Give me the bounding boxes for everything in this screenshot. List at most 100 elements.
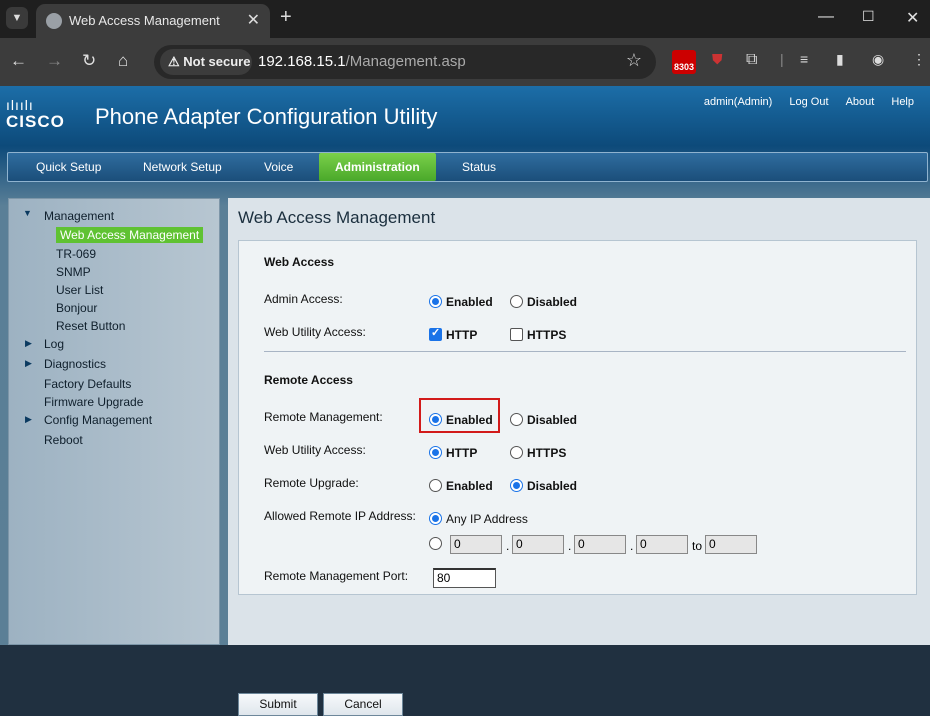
- sidebar-item-management[interactable]: Management: [44, 209, 114, 223]
- ip-range-radio[interactable]: [429, 537, 446, 551]
- back-icon[interactable]: ←: [10, 51, 27, 71]
- address-bar[interactable]: ⚠ Not secure 192.168.15.1/Management.asp…: [154, 45, 656, 79]
- sidebar-item-log[interactable]: Log: [44, 337, 64, 351]
- submit-button[interactable]: Submit: [238, 693, 318, 716]
- admin-access-enabled-radio[interactable]: Enabled: [429, 295, 493, 309]
- web-utility-https-checkbox[interactable]: HTTPS: [510, 328, 566, 342]
- close-window-button[interactable]: ✕: [906, 8, 919, 28]
- url-text: 192.168.15.1/Management.asp: [258, 53, 466, 70]
- option-label: HTTP: [446, 446, 478, 460]
- radio-selected-icon: [429, 446, 442, 459]
- sidebar-item-firmware-upgrade[interactable]: Firmware Upgrade: [44, 395, 143, 409]
- menu-network-setup[interactable]: Network Setup: [143, 153, 222, 181]
- remote-http-radio[interactable]: HTTP: [429, 446, 477, 460]
- side-panel-icon[interactable]: ▮: [836, 51, 844, 68]
- page-title: Web Access Management: [238, 208, 436, 227]
- option-label: Disabled: [527, 479, 578, 493]
- forward-icon[interactable]: →: [46, 51, 63, 71]
- minimize-button[interactable]: —: [818, 8, 834, 26]
- banner: ılıılı CISCO Phone Adapter Configuration…: [0, 86, 930, 146]
- menu-icon[interactable]: ⋮: [912, 51, 926, 68]
- remote-port-input[interactable]: 80: [433, 568, 496, 588]
- extensions-icon[interactable]: ⧉: [746, 51, 757, 69]
- ip-octet-4-input[interactable]: 0: [636, 535, 688, 554]
- admin-access-label: Admin Access:: [264, 292, 343, 306]
- sidebar-item-bonjour[interactable]: Bonjour: [56, 301, 97, 315]
- sidebar-item-diagnostics[interactable]: Diagnostics: [44, 357, 106, 371]
- not-secure-label: Not secure: [183, 54, 251, 69]
- ip-range-end-input[interactable]: 0: [705, 535, 757, 554]
- sidebar-item-config-management[interactable]: Config Management: [44, 413, 152, 427]
- radio-selected-icon: [429, 413, 442, 426]
- web-utility-http-checkbox[interactable]: HTTP: [429, 326, 478, 342]
- page: ılıılı CISCO Phone Adapter Configuration…: [0, 86, 930, 716]
- sidebar-item-tr069[interactable]: TR-069: [56, 247, 96, 261]
- tab-search-button[interactable]: ▼: [6, 7, 28, 29]
- web-access-heading: Web Access: [264, 255, 335, 269]
- about-link[interactable]: About: [846, 96, 875, 108]
- option-label: Enabled: [446, 413, 493, 427]
- admin-access-disabled-radio[interactable]: Disabled: [510, 295, 577, 309]
- expanded-triangle-icon[interactable]: ▼: [23, 208, 32, 218]
- ip-octet-1-input[interactable]: 0: [450, 535, 502, 554]
- profile-icon[interactable]: ◉: [872, 51, 884, 68]
- remote-management-enabled-radio[interactable]: Enabled: [429, 413, 493, 427]
- radio-icon: [510, 446, 523, 459]
- ip-dot: .: [568, 539, 572, 553]
- current-user: admin(Admin): [703, 96, 773, 108]
- security-chip[interactable]: ⚠ Not secure: [160, 49, 252, 75]
- sidebar-item-factory-defaults[interactable]: Factory Defaults: [44, 377, 131, 391]
- allowed-ip-label: Allowed Remote IP Address:: [264, 509, 416, 523]
- option-label: Disabled: [527, 413, 578, 427]
- menu-voice[interactable]: Voice: [264, 153, 293, 181]
- logo-text: CISCO: [6, 112, 65, 131]
- remote-upgrade-enabled-radio[interactable]: Enabled: [429, 479, 493, 493]
- sidebar-item-reset-button[interactable]: Reset Button: [56, 319, 125, 333]
- new-tab-button[interactable]: +: [280, 6, 292, 29]
- sidebar-item-user-list[interactable]: User List: [56, 283, 103, 297]
- url-host: 192.168.15.1: [258, 53, 346, 70]
- sidebar-item-reboot[interactable]: Reboot: [44, 433, 83, 447]
- remote-https-radio[interactable]: HTTPS: [510, 446, 566, 460]
- web-utility-access-label: Web Utility Access:: [264, 325, 366, 339]
- radio-icon: [429, 537, 442, 550]
- section-divider: [264, 351, 906, 352]
- collapsed-triangle-icon[interactable]: ▶: [25, 338, 32, 349]
- maximize-button[interactable]: ☐: [862, 8, 875, 25]
- remote-port-label: Remote Management Port:: [264, 569, 409, 583]
- collapsed-triangle-icon[interactable]: ▶: [25, 358, 32, 369]
- menu-status[interactable]: Status: [462, 153, 496, 181]
- help-link[interactable]: Help: [891, 96, 914, 108]
- main-menu: Quick Setup Network Setup Voice Administ…: [7, 152, 928, 182]
- radio-selected-icon: [429, 512, 442, 525]
- bookmark-star-icon[interactable]: ☆: [626, 50, 642, 71]
- ublock-icon[interactable]: ⛊: [712, 51, 723, 68]
- remote-management-disabled-radio[interactable]: Disabled: [510, 413, 577, 427]
- sidebar-item-snmp[interactable]: SNMP: [56, 265, 91, 279]
- collapsed-triangle-icon[interactable]: ▶: [25, 414, 32, 425]
- ip-octet-2-input[interactable]: 0: [512, 535, 564, 554]
- toolbar-separator: |: [780, 51, 784, 67]
- sidebar: ▼ Management Web Access Management TR-06…: [8, 198, 220, 645]
- remote-access-heading: Remote Access: [264, 373, 353, 387]
- logout-link[interactable]: Log Out: [789, 96, 828, 108]
- browser-tab[interactable]: Web Access Management ✕: [36, 4, 270, 38]
- close-tab-icon[interactable]: ✕: [247, 10, 260, 30]
- ip-octet-3-input[interactable]: 0: [574, 535, 626, 554]
- remote-upgrade-disabled-radio[interactable]: Disabled: [510, 479, 577, 493]
- main-content: Web Access Management Web Access Admin A…: [228, 198, 930, 716]
- sidebar-item-web-access-management[interactable]: Web Access Management: [56, 227, 204, 243]
- ip-dot: .: [506, 539, 510, 553]
- extension-badge[interactable]: 8303: [672, 50, 696, 74]
- any-ip-radio[interactable]: Any IP Address: [429, 512, 528, 526]
- option-label: Enabled: [446, 479, 493, 493]
- menu-administration[interactable]: Administration: [319, 153, 436, 181]
- radio-icon: [510, 413, 523, 426]
- reading-list-icon[interactable]: ≡: [800, 51, 808, 67]
- option-label: HTTP: [446, 328, 478, 342]
- menu-quick-setup[interactable]: Quick Setup: [36, 153, 101, 181]
- cisco-bars-icon: ılıılı: [6, 97, 34, 113]
- reload-icon[interactable]: ↻: [82, 51, 96, 71]
- cancel-button[interactable]: Cancel: [323, 693, 403, 716]
- home-icon[interactable]: ⌂: [118, 51, 128, 71]
